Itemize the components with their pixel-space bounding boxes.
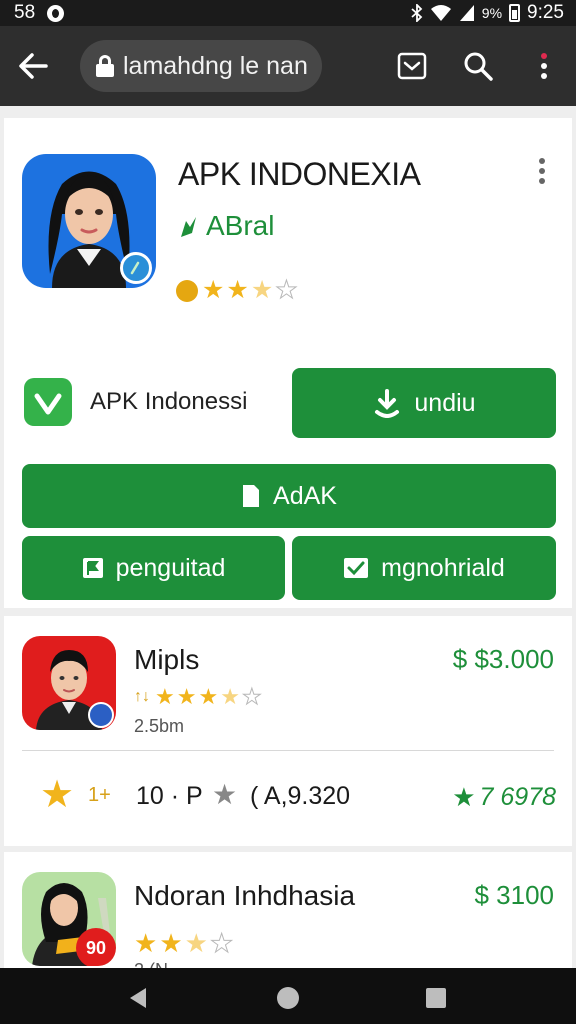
star-half-icon: ★ — [184, 928, 208, 958]
signal-icon — [459, 5, 474, 21]
app-icon — [22, 154, 156, 288]
hero-rating: ★ ★ ★ ★ — [176, 276, 298, 304]
list-item-icon: 90 — [22, 872, 116, 966]
leaf-icon — [181, 217, 196, 237]
star-icon: ★ — [198, 684, 219, 709]
grey-star-icon: ★ — [212, 779, 238, 810]
battery-percent: 9% — [481, 5, 503, 21]
stats-row: ★ 1+ 10 · P ★ ( A,9.320 ★ 7 6978 — [40, 774, 556, 816]
notification-icon — [47, 4, 65, 22]
add-button[interactable]: AdAK — [22, 464, 556, 528]
browser-toolbar: lamahdng le nan — [0, 26, 576, 106]
verified-badge-icon — [120, 252, 152, 284]
list-item-rating: ↑↓ ★ ★ ★ ★ ★ — [134, 684, 262, 709]
number-badge: 90 — [76, 928, 116, 966]
overflow-menu-icon[interactable] — [526, 48, 562, 84]
nav-home-icon[interactable] — [275, 985, 301, 1011]
status-bar: 58 9% 9:25 — [0, 0, 576, 26]
address-bar[interactable]: lamahdng le nan — [80, 40, 322, 92]
star-half-icon: ★ — [250, 276, 274, 304]
divider — [22, 750, 554, 751]
penguitad-button[interactable]: penguitad — [22, 536, 285, 600]
stats-right: ★ 7 6978 — [452, 782, 556, 813]
bookmark-box-icon[interactable] — [394, 48, 430, 84]
star-half-icon: ★ — [220, 684, 240, 709]
download-icon — [375, 389, 400, 418]
stats-rating-text: ( A,9.320 — [250, 782, 351, 810]
system-nav-bar — [0, 968, 576, 1024]
download-label: undiu — [414, 388, 476, 417]
app-logo-icon — [24, 378, 72, 426]
rating-badge: ↑↓ — [134, 688, 150, 705]
app-title: APK INDONEXIA — [178, 156, 421, 192]
clock: 9:25 — [527, 2, 564, 23]
url-text: lamahdng le nan — [123, 51, 308, 80]
list-item-subtext: 2 (N — [134, 960, 168, 968]
developer-row[interactable]: ABral — [178, 210, 274, 242]
wifi-icon — [430, 5, 451, 21]
star-empty-icon: ★ — [275, 276, 298, 304]
star-icon: ★ — [159, 928, 183, 958]
star-empty-icon: ★ — [209, 928, 234, 958]
penguitad-label: penguitad — [115, 553, 226, 582]
more-vert-icon[interactable] — [532, 156, 552, 188]
lock-icon — [96, 55, 114, 77]
list-item-price: $ $3.000 — [452, 644, 554, 674]
status-left-text: 58 — [14, 2, 36, 23]
add-label: AdAK — [273, 481, 337, 510]
developer-name: ABral — [206, 210, 275, 241]
star-icon: ★ — [155, 684, 175, 709]
star-icon: ★ — [202, 276, 225, 304]
star-empty-icon: ★ — [241, 684, 262, 709]
secondary-app-label: APK Indonessi — [90, 388, 248, 415]
flag-icon — [82, 558, 103, 578]
list-item-title: Ndoran Inhdhasia — [134, 880, 356, 911]
green-star-icon: ★ — [452, 782, 476, 812]
star-icon: ★ — [134, 928, 158, 958]
list-item[interactable]: Mipls $ $3.000 ↑↓ ★ ★ ★ ★ ★ 2.5bm ★ 1+ 1… — [4, 616, 572, 846]
secondary-app-row[interactable]: APK Indonessi — [22, 376, 247, 428]
mgnohriald-label: mgnohriald — [381, 553, 505, 582]
nav-back-icon[interactable] — [126, 986, 150, 1010]
badge-icon — [88, 702, 114, 728]
stats-right-value: 7 6978 — [479, 783, 556, 811]
star-icon: ★ — [40, 774, 75, 816]
mgnohriald-button[interactable]: mgnohriald — [292, 536, 556, 600]
badge-number: 90 — [85, 937, 107, 958]
battery-icon — [509, 4, 521, 22]
app-detail-card: APK INDONEXIA ABral ★ ★ ★ ★ APK Indoness… — [4, 118, 572, 608]
download-button[interactable]: undiu — [292, 368, 556, 438]
list-item-title: Mipls — [134, 644, 200, 675]
list-item-price: $ 3100 — [474, 880, 554, 910]
list-item-icon — [22, 636, 116, 730]
rating-badge-icon — [176, 279, 198, 302]
star-icon: ★ — [176, 684, 197, 709]
checkbox-icon — [344, 558, 369, 578]
list-item-size: 2.5bm — [134, 716, 185, 736]
bluetooth-icon — [411, 4, 423, 22]
nav-recents-icon[interactable] — [425, 987, 447, 1009]
list-item[interactable]: 90 Ndoran Inhdhasia $ 3100 ★ ★ ★ ★ 2 (N — [4, 852, 572, 968]
star-icon: ★ — [226, 276, 249, 304]
stats-middle: 10 · P — [136, 782, 203, 810]
list-item-rating: ★ ★ ★ ★ — [134, 928, 234, 958]
stats-count: 1+ — [88, 784, 111, 806]
document-icon — [243, 485, 260, 507]
back-arrow-icon[interactable] — [16, 48, 52, 84]
search-icon[interactable] — [460, 48, 496, 84]
